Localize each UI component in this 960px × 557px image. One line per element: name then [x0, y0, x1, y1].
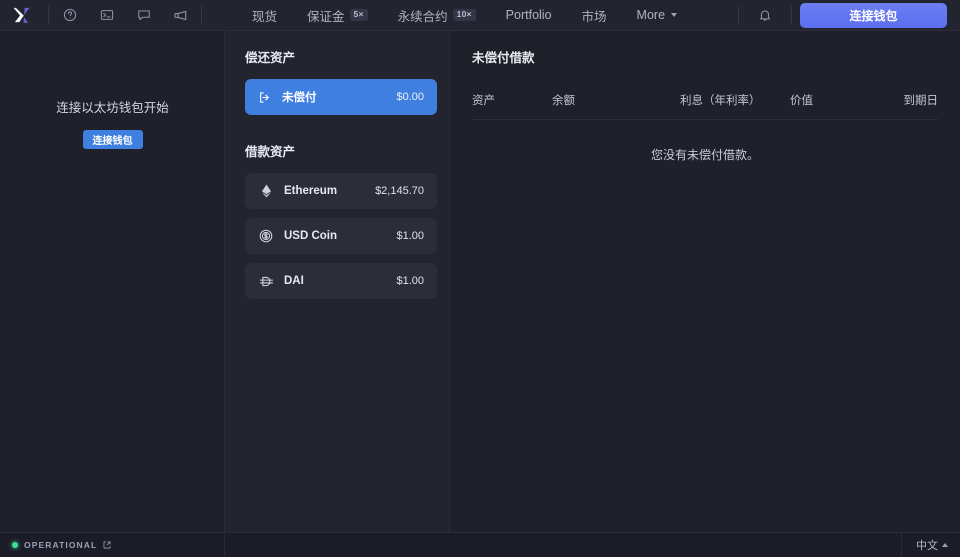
nav-left-group — [0, 0, 204, 30]
terminal-icon[interactable] — [88, 0, 125, 31]
sign-out-icon — [258, 91, 271, 104]
asset-price: $1.00 — [396, 275, 424, 287]
nav-badge-perpetuals: 10× — [453, 9, 476, 21]
chevron-down-icon — [671, 13, 677, 17]
asset-name: USD Coin — [284, 230, 337, 242]
nav-item-more[interactable]: More — [622, 0, 692, 31]
asset-row-ethereum[interactable]: Ethereum $2,145.70 — [245, 173, 437, 209]
nav-item-markets[interactable]: 市场 — [567, 0, 622, 31]
chat-bubble-icon[interactable] — [125, 0, 162, 31]
main-menu: 现货 保证金 5× 永续合约 10× Portfolio 市场 More — [237, 0, 692, 30]
nav-badge-margin: 5× — [350, 9, 368, 21]
megaphone-icon[interactable] — [162, 0, 199, 31]
connect-wallet-button-sidebar[interactable]: 连接钱包 — [83, 130, 143, 149]
repay-card-amount: $0.00 — [396, 91, 424, 103]
system-status-link[interactable]: OPERATIONAL — [0, 533, 225, 557]
table-header-row: 资产 余额 利息（年利率） 价值 到期日 — [472, 92, 938, 120]
usdc-icon — [258, 229, 274, 243]
nav-divider — [48, 6, 49, 24]
borrow-assets-title: 借款资产 — [245, 141, 437, 160]
status-dot-icon — [12, 542, 18, 548]
nav-divider-3 — [738, 6, 739, 24]
notification-bell-icon[interactable] — [747, 0, 783, 31]
repay-outstanding-card[interactable]: 未偿付 $0.00 — [245, 79, 437, 115]
column-header-value: 价值 — [790, 92, 904, 108]
page-title: 未偿付借款 — [472, 47, 938, 66]
wallet-prompt-text: 连接以太坊钱包开始 — [0, 97, 225, 116]
nav-divider-4 — [791, 6, 792, 24]
column-header-due: 到期日 — [904, 92, 939, 108]
asset-name: Ethereum — [284, 185, 337, 197]
content-area: 连接以太坊钱包开始 连接钱包 偿还资产 未偿付 $0.00 借款资产 — [0, 31, 960, 532]
nav-item-label: 现货 — [252, 6, 277, 25]
ethereum-icon — [258, 184, 274, 198]
asset-price: $2,145.70 — [375, 185, 424, 197]
nav-item-label: More — [637, 8, 665, 22]
nav-item-label: 保证金 — [307, 6, 345, 25]
dai-icon — [258, 275, 274, 288]
nav-item-perpetuals[interactable]: 永续合约 10× — [383, 0, 491, 31]
external-link-icon — [103, 536, 111, 554]
language-selector[interactable]: 中文 — [901, 533, 960, 557]
connect-wallet-button-header[interactable]: 连接钱包 — [800, 3, 947, 28]
footer-bar: OPERATIONAL 中文 — [0, 532, 960, 557]
nav-divider-2 — [201, 6, 202, 24]
nav-right-group: 连接钱包 — [736, 0, 960, 30]
nav-item-label: 市场 — [582, 6, 607, 25]
nav-item-spot[interactable]: 现货 — [237, 0, 292, 31]
assets-column: 偿还资产 未偿付 $0.00 借款资产 — [225, 31, 450, 532]
x-logo[interactable] — [0, 0, 46, 30]
chevron-up-icon — [942, 543, 948, 547]
asset-name: DAI — [284, 275, 304, 287]
column-header-rate: 利息（年利率） — [680, 92, 790, 108]
top-navigation-bar: 现货 保证金 5× 永续合约 10× Portfolio 市场 More — [0, 0, 960, 31]
language-label: 中文 — [916, 537, 938, 553]
nav-item-portfolio[interactable]: Portfolio — [491, 0, 567, 31]
borrow-asset-list: Ethereum $2,145.70 USD Coin $1.00 — [245, 173, 437, 299]
help-circle-icon[interactable] — [51, 0, 88, 31]
repay-assets-title: 偿还资产 — [245, 47, 437, 66]
asset-row-usdcoin[interactable]: USD Coin $1.00 — [245, 218, 437, 254]
table-empty-state: 您没有未偿付借款。 — [472, 120, 938, 163]
outstanding-loans-table: 资产 余额 利息（年利率） 价值 到期日 您没有未偿付借款。 — [472, 92, 938, 163]
nav-item-label: Portfolio — [506, 8, 552, 22]
asset-row-dai[interactable]: DAI $1.00 — [245, 263, 437, 299]
main-panel: 未偿付借款 资产 余额 利息（年利率） 价值 到期日 您没有未偿付借款。 — [450, 31, 960, 532]
nav-item-label: 永续合约 — [398, 6, 448, 25]
column-header-asset: 资产 — [472, 92, 552, 108]
asset-price: $1.00 — [396, 230, 424, 242]
wallet-connect-prompt: 连接以太坊钱包开始 连接钱包 — [0, 97, 225, 149]
status-badge: OPERATIONAL — [24, 540, 97, 550]
nav-item-margin[interactable]: 保证金 5× — [292, 0, 383, 31]
left-sidebar: 连接以太坊钱包开始 连接钱包 — [0, 31, 225, 532]
repay-card-label: 未偿付 — [282, 89, 317, 105]
column-header-balance: 余额 — [552, 92, 680, 108]
app-root: 现货 保证金 5× 永续合约 10× Portfolio 市场 More — [0, 0, 960, 557]
